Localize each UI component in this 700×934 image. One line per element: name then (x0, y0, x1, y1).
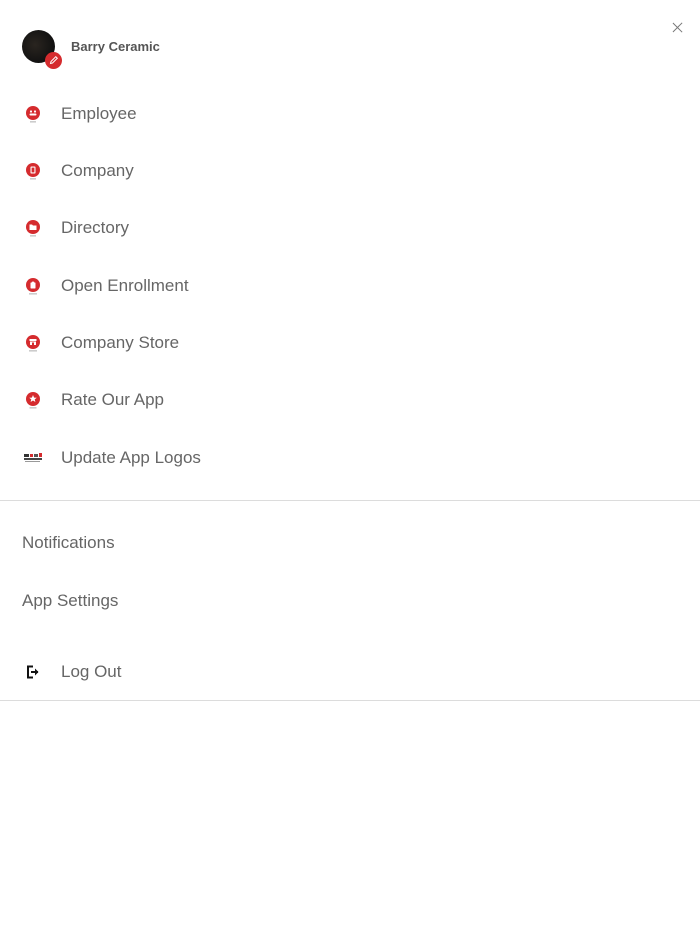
logout-button[interactable]: Log Out (22, 652, 122, 692)
menu-item-company-store[interactable]: Company Store (22, 323, 179, 363)
company-icon (22, 160, 44, 182)
notifications-link[interactable]: Notifications (22, 533, 115, 553)
pencil-icon (49, 55, 58, 65)
logout-icon (22, 661, 44, 683)
menu-item-open-enrollment[interactable]: Open Enrollment (22, 266, 189, 306)
menu-item-label: Company Store (61, 333, 180, 352)
menu-item-employee[interactable]: Employee (22, 94, 137, 134)
divider (0, 700, 700, 701)
profile-name: Barry Ceramic (71, 38, 160, 54)
app-settings-link[interactable]: App Settings (22, 591, 118, 611)
profile-header: Barry Ceramic (22, 29, 160, 69)
menu-item-directory[interactable]: Directory (22, 208, 129, 248)
edit-photo-button[interactable] (45, 51, 62, 69)
close-icon[interactable] (670, 20, 686, 36)
logout-label: Log Out (61, 662, 122, 681)
menu-item-label: Update App Logos (61, 448, 201, 467)
divider (0, 500, 700, 501)
menu-item-label: Company (61, 161, 134, 180)
company-store-icon (22, 332, 44, 354)
menu-item-label: Directory (61, 218, 130, 237)
star-icon (22, 389, 44, 411)
menu-item-company[interactable]: Company (22, 151, 134, 191)
menu-item-label: Employee (61, 104, 137, 123)
menu-item-rate-our-app[interactable]: Rate Our App (22, 380, 164, 420)
logo-update-icon (22, 447, 44, 469)
directory-icon (22, 217, 44, 239)
employee-icon (22, 103, 44, 125)
open-enrollment-icon (22, 275, 44, 297)
menu-item-label: Rate Our App (61, 390, 165, 409)
menu-item-update-app-logos[interactable]: Update App Logos (22, 438, 201, 478)
avatar[interactable] (22, 29, 62, 69)
menu-item-label: Open Enrollment (61, 276, 189, 295)
